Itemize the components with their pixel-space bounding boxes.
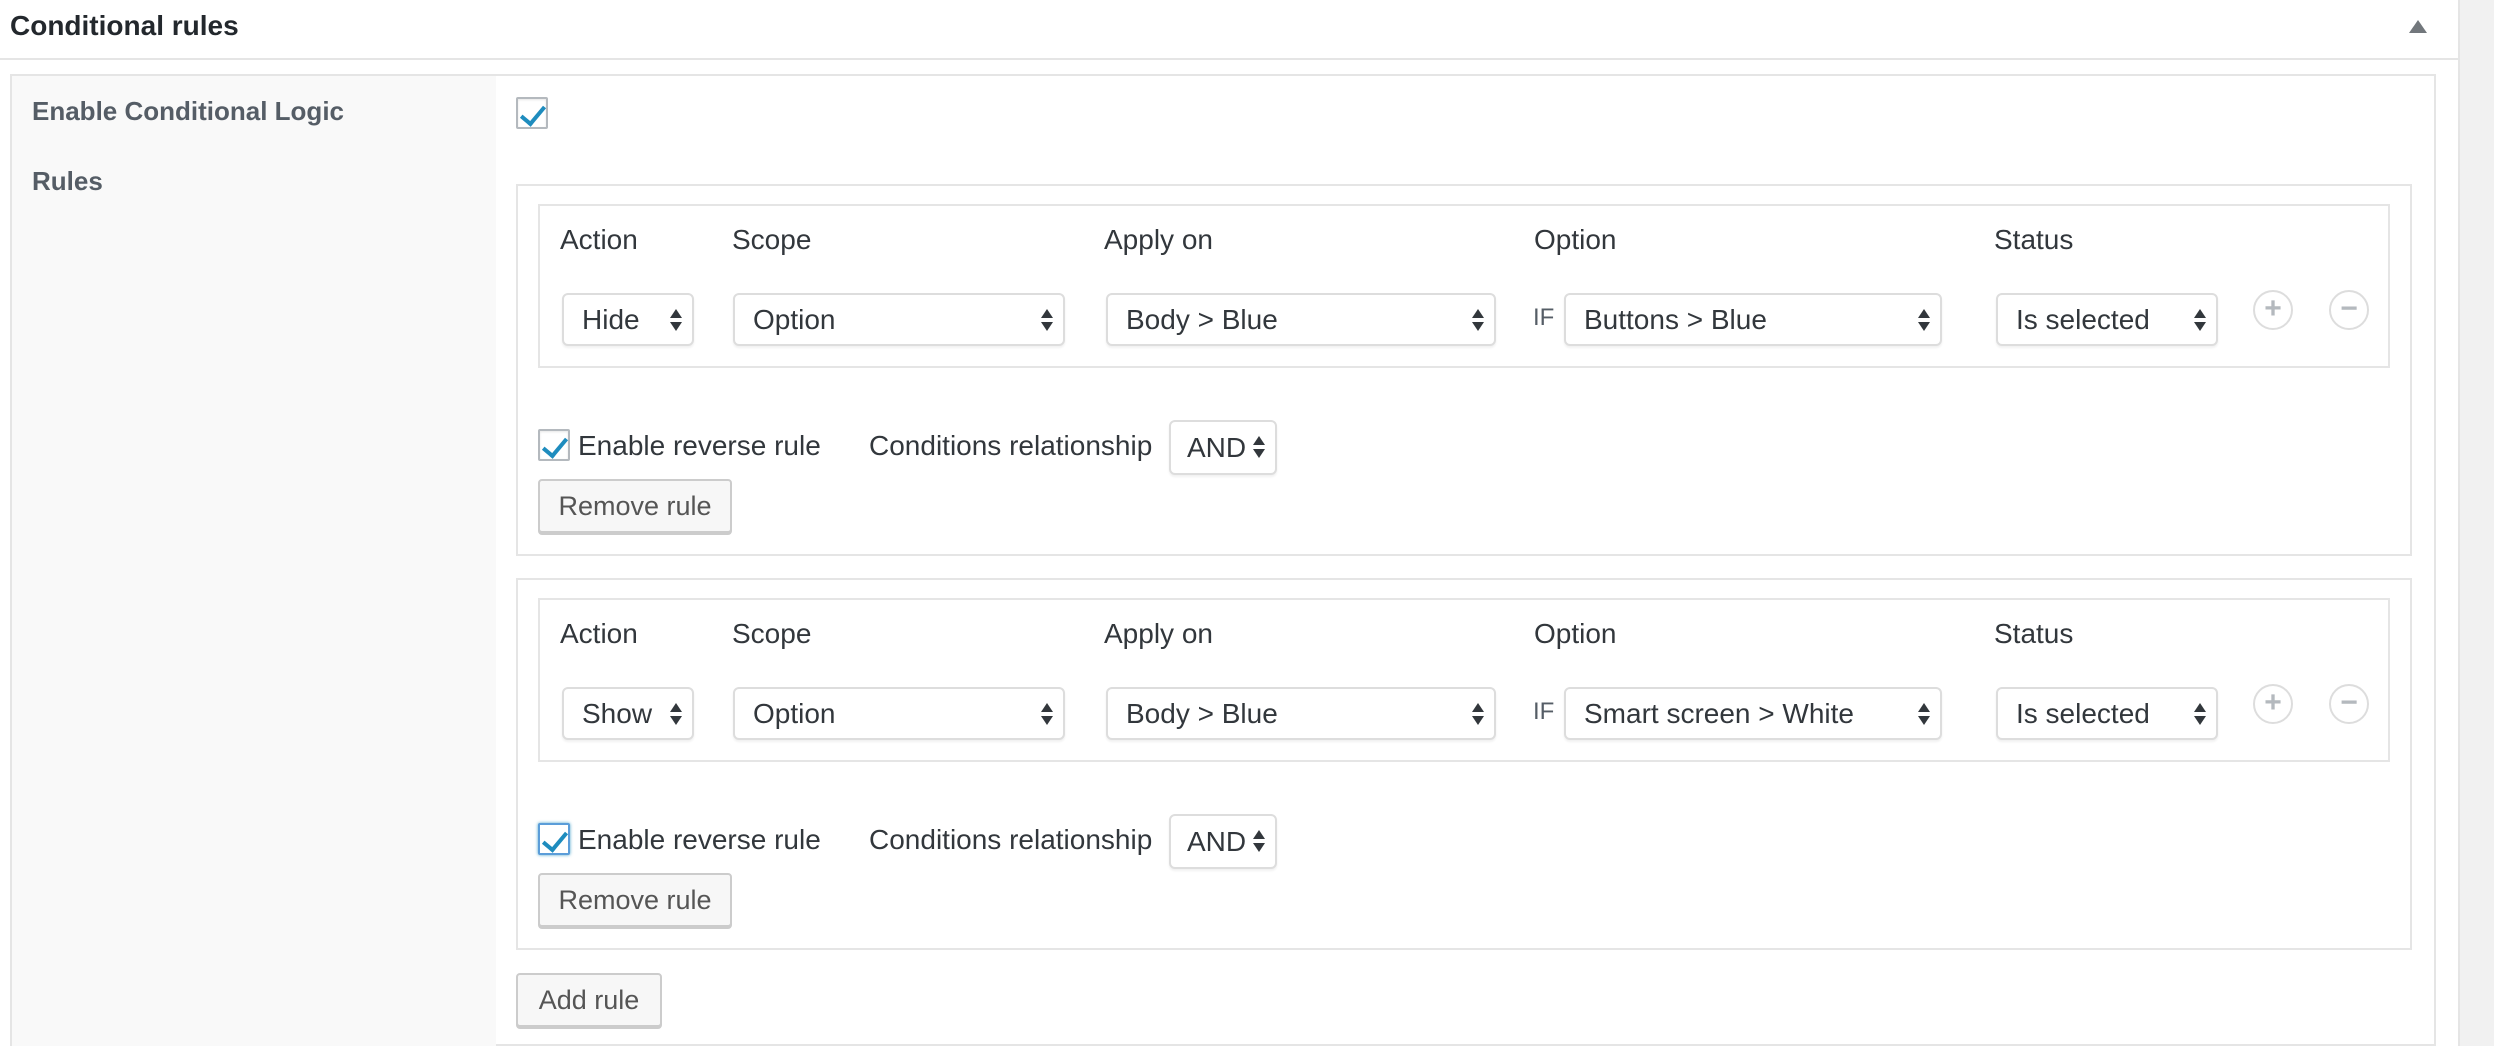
remove-condition-minus-icon[interactable]: − [2329,290,2369,330]
collapse-toggle-icon[interactable] [2409,20,2427,33]
label-column [12,76,496,1046]
action-select-value: Show [582,698,653,729]
option-select-value: Smart screen > White [1584,698,1854,729]
add-condition-plus-icon[interactable]: + [2253,684,2293,724]
conditions-relationship-select[interactable]: AND [1169,814,1277,869]
select-arrows-icon [670,703,682,729]
select-arrows-icon [1472,309,1484,335]
scope-select-value: Option [753,698,836,729]
action-select-value: Hide [582,304,640,335]
option-select[interactable]: Buttons > Blue [1564,293,1942,346]
conditional-rules-metabox: Conditional rules Enable Conditional Log… [0,0,2460,1046]
scope-column-header: Scope [732,618,812,649]
select-arrows-icon [1918,703,1930,729]
add-condition-plus-icon[interactable]: + [2253,290,2293,330]
checkmark-icon [519,99,547,127]
if-label: IF [1533,698,1555,725]
action-column-header: Action [560,618,638,649]
option-column-header: Option [1534,224,1617,255]
relationship-select-value: AND [1187,432,1247,463]
scope-select[interactable]: Option [733,687,1065,740]
enable-reverse-rule-checkbox[interactable] [538,823,570,855]
apply-on-select[interactable]: Body > Blue [1106,687,1496,740]
select-arrows-icon [670,309,682,335]
status-select[interactable]: Is selected [1996,293,2218,346]
scope-select-value: Option [753,304,836,335]
enable-reverse-rule-checkbox[interactable] [538,429,570,461]
option-column-header: Option [1534,618,1617,649]
status-select-value: Is selected [2016,304,2150,335]
enable-conditional-logic-label: Enable Conditional Logic [32,96,344,126]
option-select-value: Buttons > Blue [1584,304,1767,335]
action-column-header: Action [560,224,638,255]
apply-on-select-value: Body > Blue [1126,698,1278,729]
enable-conditional-logic-checkbox[interactable] [516,97,548,129]
relationship-select-value: AND [1187,826,1247,857]
scope-column-header: Scope [732,224,812,255]
conditions-relationship-label: Conditions relationship [869,824,1153,855]
add-rule-button[interactable]: Add rule [516,973,662,1027]
select-arrows-icon [1041,309,1053,335]
action-select[interactable]: Hide [562,293,694,346]
apply-on-select-value: Body > Blue [1126,304,1278,335]
select-arrows-icon [1253,830,1265,856]
action-select[interactable]: Show [562,687,694,740]
enable-reverse-rule-label: Enable reverse rule [578,430,821,461]
remove-rule-button[interactable]: Remove rule [538,479,732,533]
select-arrows-icon [2194,309,2206,335]
conditions-relationship-label: Conditions relationship [869,430,1153,461]
checkmark-icon [541,825,569,853]
apply-on-column-header: Apply on [1104,618,1213,649]
select-arrows-icon [1918,309,1930,335]
conditions-relationship-select[interactable]: AND [1169,420,1277,475]
scope-select[interactable]: Option [733,293,1065,346]
checkmark-icon [541,431,569,459]
status-column-header: Status [1994,618,2074,649]
select-arrows-icon [1472,703,1484,729]
status-select-value: Is selected [2016,698,2150,729]
select-arrows-icon [1253,436,1265,462]
if-label: IF [1533,304,1555,331]
select-arrows-icon [1041,703,1053,729]
remove-rule-button[interactable]: Remove rule [538,873,732,927]
apply-on-select[interactable]: Body > Blue [1106,293,1496,346]
rules-label: Rules [32,166,103,196]
status-select[interactable]: Is selected [1996,687,2218,740]
header-divider [0,58,2458,60]
status-column-header: Status [1994,224,2074,255]
enable-reverse-rule-label: Enable reverse rule [578,824,821,855]
remove-condition-minus-icon[interactable]: − [2329,684,2369,724]
select-arrows-icon [2194,703,2206,729]
option-select[interactable]: Smart screen > White [1564,687,1942,740]
metabox-title: Conditional rules [10,10,239,41]
apply-on-column-header: Apply on [1104,224,1213,255]
